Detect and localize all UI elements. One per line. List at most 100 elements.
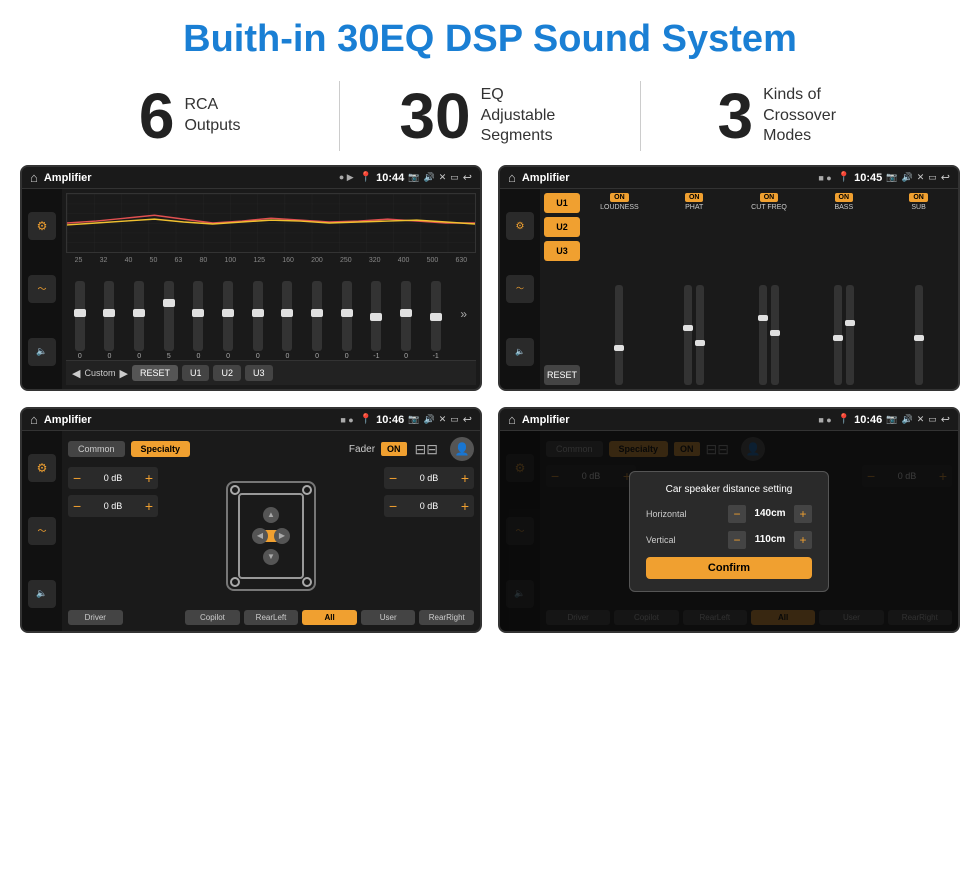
loudness-on[interactable]: ON <box>610 193 629 202</box>
preset-u2[interactable]: U2 <box>544 217 580 237</box>
db-minus-bl[interactable]: − <box>73 498 81 514</box>
eq-main-1: 253240506380100125160200250320400500630 … <box>62 189 480 389</box>
screen-fader2: ⌂ Amplifier ■ ● 📍 10:46 📷 🔊 ✕ ▭ ↩ ⚙ 〜 🔈 <box>498 407 960 633</box>
eq-slider-more: » <box>460 307 467 321</box>
db-minus-tl[interactable]: − <box>73 470 81 486</box>
dialog-vertical-plus[interactable]: + <box>794 531 812 549</box>
location-icon-3: 📍 <box>360 414 372 425</box>
home-icon-1[interactable]: ⌂ <box>30 170 38 185</box>
preset-u3[interactable]: U3 <box>544 241 580 261</box>
btn-rearleft[interactable]: RearLeft <box>244 610 299 625</box>
loudness-slider[interactable] <box>615 285 623 385</box>
screen-fader1: ⌂ Amplifier ■ ● 📍 10:46 📷 🔊 ✕ ▭ ↩ ⚙ 〜 🔈 <box>20 407 482 633</box>
fader-content: − 0 dB + − 0 dB + <box>68 467 474 604</box>
db-plus-br[interactable]: + <box>461 498 469 514</box>
fader-wave-btn[interactable]: 〜 <box>28 517 56 545</box>
eq-sidebar-btn-vol[interactable]: 🔈 <box>28 338 56 366</box>
db-minus-br[interactable]: − <box>389 498 397 514</box>
bass-on[interactable]: ON <box>835 193 854 202</box>
btn-copilot[interactable]: Copilot <box>185 610 240 625</box>
phat-label: PHAT <box>685 204 703 211</box>
back-icon-2[interactable]: ↩ <box>941 171 950 184</box>
window-icon-1: ▭ <box>450 172 459 183</box>
home-icon-3[interactable]: ⌂ <box>30 412 38 427</box>
phat-on[interactable]: ON <box>685 193 704 202</box>
fader-slider-mini[interactable]: ⊟⊟ <box>415 441 438 458</box>
stat-crossover-label: Kinds of Crossover Modes <box>763 85 863 147</box>
db-minus-tr[interactable]: − <box>389 470 397 486</box>
prev-btn[interactable]: ◀ <box>72 367 80 380</box>
home-icon-4[interactable]: ⌂ <box>508 412 516 427</box>
reset-btn-2[interactable]: RESET <box>544 365 580 385</box>
eq-col-bass: ON BASS <box>808 193 879 385</box>
eq-slider-8: 0 <box>312 281 322 360</box>
phat-slider-f[interactable] <box>696 285 704 385</box>
fader-on-toggle[interactable]: ON <box>381 442 407 456</box>
cutfreq-slider-g[interactable] <box>771 285 779 385</box>
distance-dialog: Car speaker distance setting Horizontal … <box>629 471 829 592</box>
stat-rca-number: 6 <box>139 84 175 148</box>
back-icon-1[interactable]: ↩ <box>463 171 472 184</box>
app-name-2: Amplifier <box>522 172 812 184</box>
amp2-vol-btn[interactable]: 🔈 <box>506 338 534 366</box>
cutfreq-slider-f[interactable] <box>759 285 767 385</box>
eq-slider-0: 0 <box>75 281 85 360</box>
x-icon-2: ✕ <box>917 172 925 183</box>
back-icon-4[interactable]: ↩ <box>941 413 950 426</box>
bass-slider-f[interactable] <box>846 285 854 385</box>
cutfreq-label: CUT FREQ <box>751 204 787 211</box>
status-bar-1: ⌂ Amplifier ● ▶ 📍 10:44 📷 🔊 ✕ ▭ ↩ <box>22 167 480 189</box>
db-plus-bl[interactable]: + <box>145 498 153 514</box>
fader-vol-btn[interactable]: 🔈 <box>28 580 56 608</box>
phat-slider-g[interactable] <box>684 285 692 385</box>
btn-all[interactable]: All <box>302 610 357 625</box>
dialog-title: Car speaker distance setting <box>646 484 812 495</box>
arrow-up[interactable]: ▲ <box>263 507 279 523</box>
stats-row: 6 RCA Outputs 30 EQ Adjustable Segments … <box>0 71 980 165</box>
db-val-br: 0 dB <box>401 501 457 511</box>
amp2-sidebar: ⚙ 〜 🔈 <box>500 189 540 389</box>
eq-sidebar-btn-wave[interactable]: 〜 <box>28 275 56 303</box>
cutfreq-on[interactable]: ON <box>760 193 779 202</box>
btn-user[interactable]: User <box>361 610 416 625</box>
x-icon-4: ✕ <box>917 414 925 425</box>
tab-specialty[interactable]: Specialty <box>131 441 191 457</box>
arrow-left[interactable]: ◀ <box>252 528 268 544</box>
dialog-vertical-minus[interactable]: − <box>728 531 746 549</box>
bass-slider-g[interactable] <box>834 285 842 385</box>
eq-sidebar-btn-filter[interactable]: ⚙ <box>28 212 56 240</box>
back-icon-3[interactable]: ↩ <box>463 413 472 426</box>
db-plus-tr[interactable]: + <box>461 470 469 486</box>
reset-btn-1[interactable]: RESET <box>132 365 178 381</box>
db-plus-tl[interactable]: + <box>145 470 153 486</box>
btn-driver[interactable]: Driver <box>68 610 123 625</box>
u2-btn-1[interactable]: U2 <box>213 365 241 381</box>
fader-bottom-row-1: Driver Copilot RearLeft All User RearRig… <box>68 610 474 625</box>
arrow-down[interactable]: ▼ <box>263 549 279 565</box>
confirm-button[interactable]: Confirm <box>646 557 812 579</box>
amp2-wave-btn[interactable]: 〜 <box>506 275 534 303</box>
dialog-horizontal-plus[interactable]: + <box>794 505 812 523</box>
screen-eq1: ⌂ Amplifier ● ▶ 📍 10:44 📷 🔊 ✕ ▭ ↩ ⚙ 〜 🔈 <box>20 165 482 391</box>
loudness-label: LOUDNESS <box>600 204 639 211</box>
eq-slider-7: 0 <box>282 281 292 360</box>
arrow-right[interactable]: ▶ <box>274 528 290 544</box>
btn-rearright[interactable]: RearRight <box>419 610 474 625</box>
fader-filter-btn[interactable]: ⚙ <box>28 454 56 482</box>
tab-common[interactable]: Common <box>68 441 125 457</box>
screens-grid: ⌂ Amplifier ● ▶ 📍 10:44 📷 🔊 ✕ ▭ ↩ ⚙ 〜 🔈 <box>0 165 980 643</box>
amp2-filter-btn[interactable]: ⚙ <box>506 212 534 240</box>
location-icon-2: 📍 <box>838 172 850 183</box>
status-bar-3: ⌂ Amplifier ■ ● 📍 10:46 📷 🔊 ✕ ▭ ↩ <box>22 409 480 431</box>
home-icon-2[interactable]: ⌂ <box>508 170 516 185</box>
preset-u1[interactable]: U1 <box>544 193 580 213</box>
sub-on[interactable]: ON <box>909 193 928 202</box>
dialog-horizontal-minus[interactable]: − <box>728 505 746 523</box>
sub-slider[interactable] <box>915 285 923 385</box>
status-dot-2: ■ ● <box>818 173 831 183</box>
u3-btn-1[interactable]: U3 <box>245 365 273 381</box>
db-val-tl: 0 dB <box>85 473 141 483</box>
next-btn[interactable]: ▶ <box>119 367 127 380</box>
u1-btn-1[interactable]: U1 <box>182 365 210 381</box>
eq-screen-1: ⚙ 〜 🔈 <box>22 189 480 389</box>
